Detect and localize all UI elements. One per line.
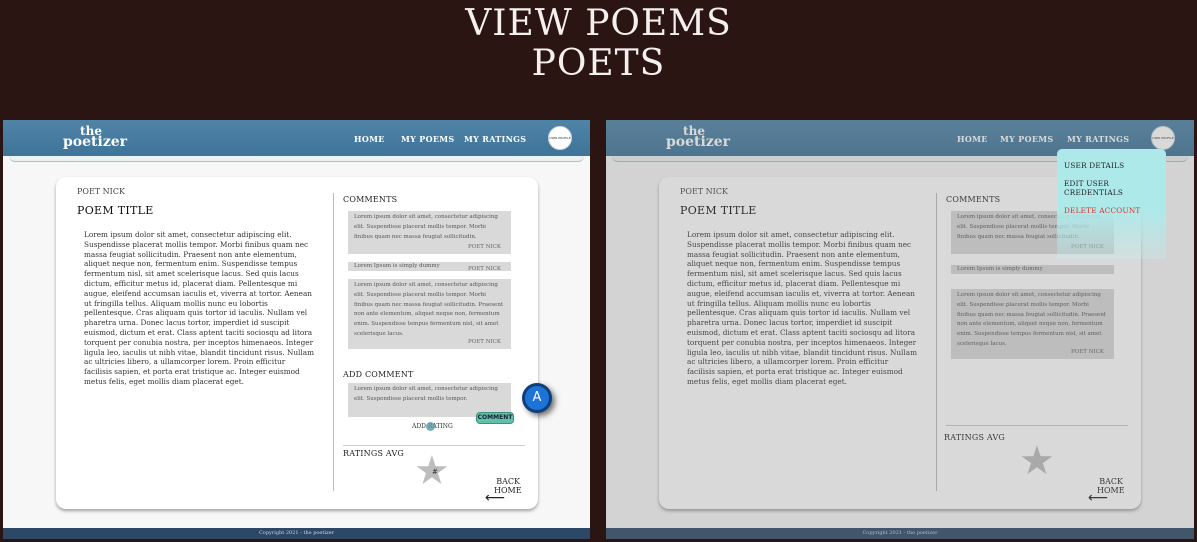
menu-item-user-details[interactable]: USER DETAILS [1064, 161, 1124, 170]
mockup-profile-menu: the poetizer HOME MY POEMS MY RATINGS US… [606, 120, 1194, 539]
section-divider [946, 425, 1128, 426]
footer: Copyright 2021 - the poetizer [3, 528, 590, 539]
comment-text: Lorem ipsum dolor sit amet, consectetur … [354, 282, 504, 337]
comment-nick[interactable]: POET NICK [1071, 348, 1104, 358]
comment-button[interactable]: COMMENT [476, 412, 514, 424]
comment-text: Lorem Ipsum is simply dummy [957, 266, 1043, 272]
nav-my-ratings[interactable]: MY RATINGS [464, 134, 526, 144]
nav-my-ratings[interactable]: MY RATINGS [1067, 134, 1129, 144]
back-home-line-1: BACK [496, 477, 520, 486]
nav-my-poems[interactable]: MY POEMS [1000, 134, 1053, 144]
poem-card: POET NICK POEM TITLE Lorem ipsum dolor s… [56, 177, 538, 509]
comment-text: Lorem ipsum dolor sit amet, consectetur … [957, 292, 1107, 347]
user-profile-button[interactable]: USER PROFILE [548, 126, 572, 150]
comment-item: Lorem ipsum dolor sit amet, consectetur … [951, 289, 1114, 359]
navbar-shadow [9, 156, 584, 162]
logo[interactable]: the poetizer [63, 125, 128, 150]
comments-label: COMMENTS [343, 195, 398, 204]
poem-body: Lorem ipsum dolor sit amet, consectetur … [84, 230, 314, 386]
logo-line-2: poetizer [666, 134, 731, 150]
comment-item: Lorem Ipsum is simply dummy POET NICK [348, 262, 511, 272]
comment-nick[interactable]: POET NICK [468, 266, 501, 272]
star-icon: ★ [1019, 438, 1055, 484]
menu-item-delete-account[interactable]: DELETE ACCOUNT [1064, 206, 1140, 215]
heading-line-1: VIEW POEMS [465, 3, 732, 44]
nav-my-poems[interactable]: MY POEMS [401, 134, 454, 144]
column-divider [333, 193, 334, 491]
comments-label: COMMENTS [946, 195, 1001, 204]
user-profile-button[interactable]: USER PROFILE [1151, 126, 1175, 150]
ratings-avg-label: RATINGS AVG [343, 449, 405, 458]
comment-item: Lorem Ipsum is simply dummy [951, 265, 1114, 274]
logo[interactable]: the poetizer [666, 125, 731, 150]
comment-text: Lorem Ipsum is simply dummy [354, 263, 440, 269]
footer: Copyright 2021 - the poetizer [606, 528, 1194, 539]
mockup-view-poem: the poetizer HOME MY POEMS MY RATINGS US… [3, 120, 590, 539]
poet-nick[interactable]: POET NICK [680, 187, 728, 196]
poem-title: POEM TITLE [77, 204, 154, 217]
comment-nick[interactable]: POET NICK [468, 338, 501, 348]
navbar: the poetizer HOME MY POEMS MY RATINGS US… [3, 120, 590, 156]
nav-home[interactable]: HOME [354, 134, 385, 144]
column-divider [936, 193, 937, 491]
ratings-avg-value: # [432, 468, 438, 476]
poet-nick[interactable]: POET NICK [77, 187, 125, 196]
comment-item: Lorem ipsum dolor sit amet, consectetur … [348, 211, 511, 254]
avatar-fab-button[interactable]: A [522, 383, 552, 413]
comment-item: Lorem ipsum dolor sit amet, consectetur … [348, 279, 511, 349]
back-arrow-icon[interactable]: ⟵ [1088, 491, 1108, 505]
add-rating-control[interactable] [426, 422, 435, 431]
heading-line-2: POETS [531, 43, 666, 84]
add-comment-label: ADD COMMENT [343, 370, 414, 379]
profile-dropdown-menu: USER DETAILS EDIT USER CREDENTIALS DELET… [1057, 149, 1166, 259]
comment-text: Lorem ipsum dolor sit amet, consectetur … [354, 214, 498, 240]
comment-nick[interactable]: POET NICK [468, 243, 501, 253]
logo-line-2: poetizer [63, 134, 128, 150]
ratings-avg-label: RATINGS AVG [944, 433, 1006, 442]
page-heading: VIEW POEMS POETS [0, 4, 1197, 84]
back-arrow-icon[interactable]: ⟵ [485, 491, 505, 505]
nav-home[interactable]: HOME [957, 134, 988, 144]
poem-title: POEM TITLE [680, 204, 757, 217]
section-divider [343, 445, 525, 446]
menu-item-edit-credentials[interactable]: EDIT USER CREDENTIALS [1064, 179, 1134, 197]
back-home-line-1: BACK [1099, 477, 1123, 486]
poem-body: Lorem ipsum dolor sit amet, consectetur … [687, 230, 917, 386]
